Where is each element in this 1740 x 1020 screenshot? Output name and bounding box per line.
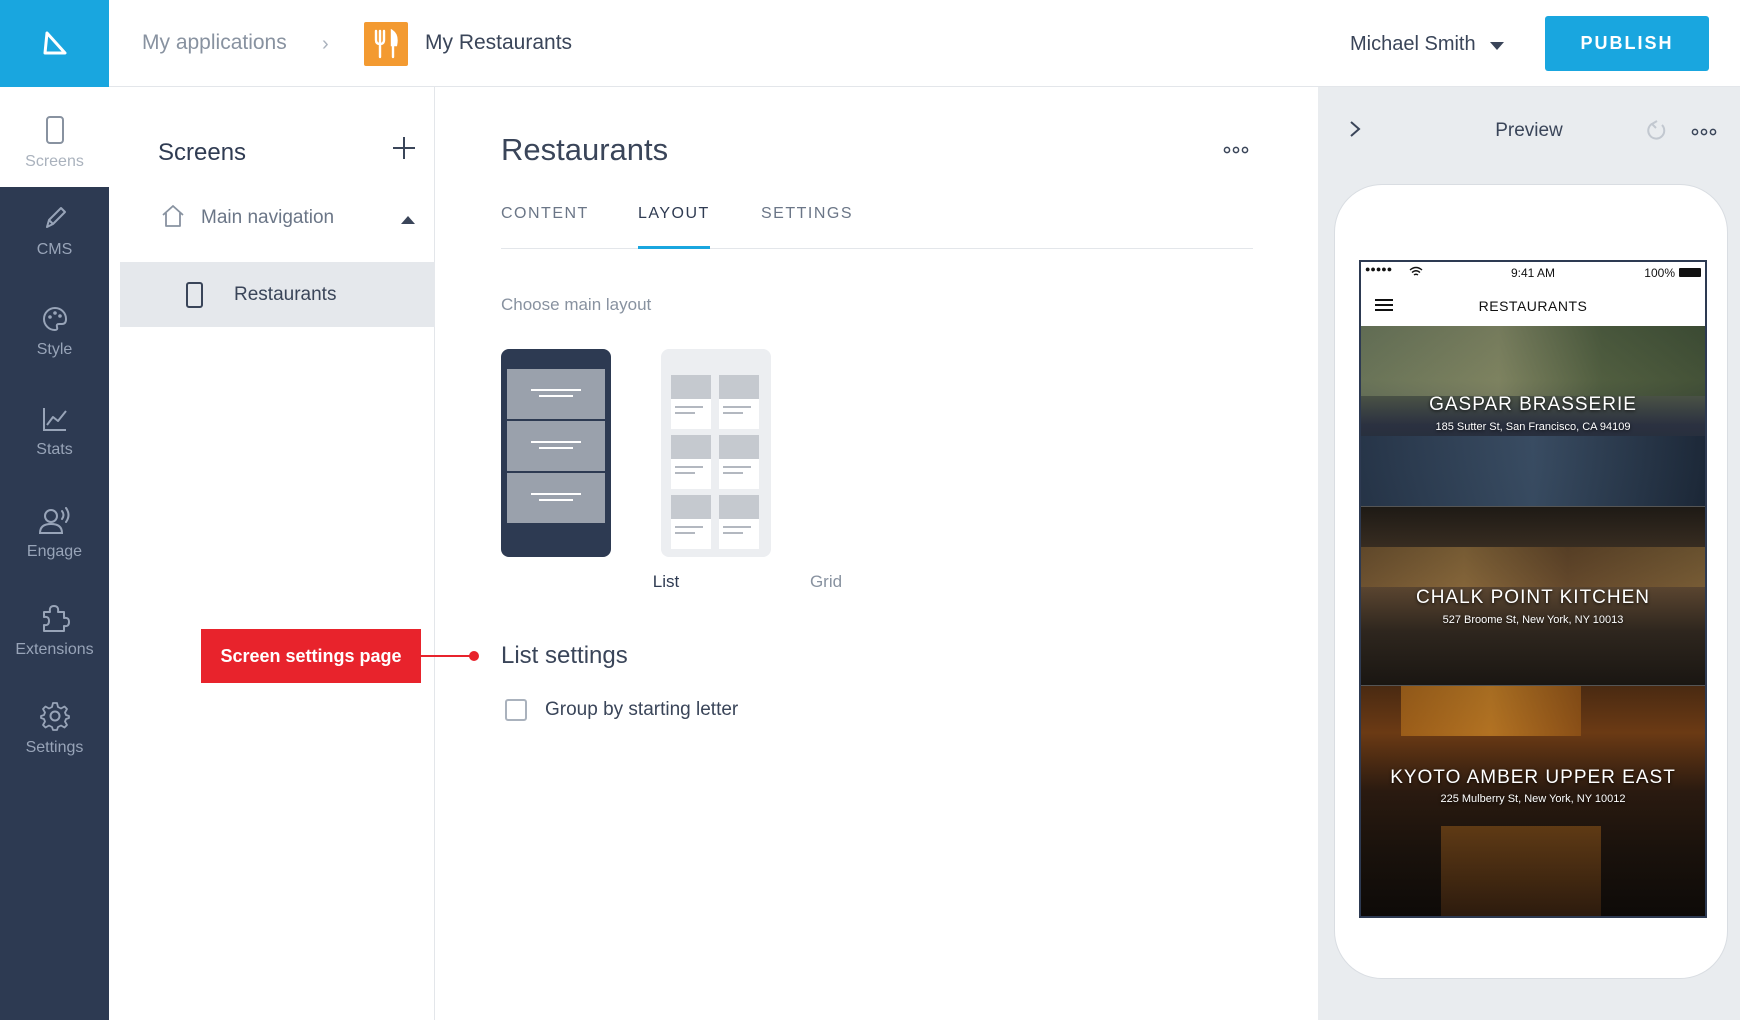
restaurant-photo-lower — [1441, 826, 1601, 916]
tab-settings[interactable]: SETTINGS — [761, 203, 853, 249]
battery-icon — [1679, 268, 1701, 277]
tab-bar: CONTENT LAYOUT SETTINGS — [501, 203, 1253, 249]
sidebar-item-screens[interactable]: Screens — [0, 87, 109, 187]
sidebar-item-label: Style — [36, 341, 73, 358]
annotation-connector — [421, 655, 471, 657]
breadcrumb-separator-icon: › — [322, 33, 329, 55]
layout-option-list[interactable]: List — [501, 349, 679, 591]
tab-layout[interactable]: LAYOUT — [638, 203, 710, 249]
sidebar-item-label: Extensions — [15, 641, 94, 658]
restaurant-card[interactable]: GASPAR BRASSERIE 185 Sutter St, San Fran… — [1361, 326, 1705, 506]
annotation-badge: Screen settings page — [201, 629, 421, 683]
screens-title: Screens — [158, 139, 247, 166]
logo[interactable] — [0, 0, 109, 87]
app-icon — [364, 22, 408, 66]
gear-icon — [39, 702, 70, 731]
screen-settings-main: Restaurants CONTENT LAYOUT SETTINGS Choo… — [435, 87, 1318, 1020]
sidebar-item-label: Engage — [26, 543, 83, 560]
restaurant-photo-lower — [1361, 436, 1705, 506]
sidebar-item-stats[interactable]: Stats — [0, 397, 109, 497]
layout-option-label: List — [652, 572, 680, 591]
sidebar-item-label: Settings — [25, 739, 84, 756]
puzzle-icon — [42, 605, 70, 632]
top-bar: My applications › My Restaurants Michael… — [0, 0, 1740, 87]
sidebar-item-label: Screens — [25, 153, 84, 170]
restaurant-photo — [1361, 547, 1705, 587]
grid-layout-thumbnail — [661, 349, 771, 557]
sidebar-item-engage[interactable]: Engage — [0, 497, 109, 597]
home-icon — [162, 205, 184, 227]
tab-content[interactable]: CONTENT — [501, 203, 589, 249]
breadcrumb-my-applications[interactable]: My applications — [142, 31, 287, 55]
more-options-icon[interactable] — [1223, 145, 1249, 155]
restaurant-card[interactable]: KYOTO AMBER UPPER EAST 225 Mulberry St, … — [1361, 685, 1705, 916]
screen-item-label: Restaurants — [234, 284, 337, 305]
phone-screen: ●●●●● 9:41 AM 100% RESTAURANTS GASPAR BR… — [1359, 260, 1707, 918]
restaurant-photo — [1401, 686, 1581, 736]
sidebar-item-label: CMS — [36, 241, 73, 258]
preview-title: Preview — [1495, 120, 1563, 141]
layout-option-label: Grid — [809, 572, 843, 591]
screens-panel: Screens Main navigation Restaurants — [109, 87, 435, 1020]
sidebar-item-settings[interactable]: Settings — [0, 693, 109, 793]
preview-panel: Preview ●●●●● 9:41 AM 100% RESTAURANTS G… — [1318, 87, 1740, 1020]
restaurant-name: CHALK POINT KITCHEN — [1415, 587, 1651, 608]
breadcrumb-current-app: My Restaurants — [425, 31, 573, 54]
status-battery: 100% — [1644, 266, 1675, 280]
sidebar-item-extensions[interactable]: Extensions — [0, 595, 109, 695]
restaurant-address: 225 Mulberry St, New York, NY 10012 — [1440, 793, 1626, 805]
chart-icon — [42, 408, 67, 431]
restaurant-name: KYOTO AMBER UPPER EAST — [1390, 767, 1676, 788]
nav-group-main-navigation[interactable]: Main navigation — [109, 197, 435, 237]
app-bar: RESTAURANTS — [1361, 284, 1705, 326]
list-layout-thumbnail — [501, 349, 611, 557]
add-screen-icon[interactable] — [391, 135, 417, 161]
sidebar-item-style[interactable]: Style — [0, 297, 109, 397]
restaurant-address: 527 Broome St, New York, NY 10013 — [1442, 614, 1624, 626]
status-bar: ●●●●● 9:41 AM 100% — [1361, 262, 1705, 284]
app-screen-title: RESTAURANTS — [1478, 298, 1588, 314]
restaurant-address: 185 Sutter St, San Francisco, CA 94109 — [1435, 421, 1631, 433]
nav-group-label: Main navigation — [201, 207, 335, 228]
restaurant-card[interactable]: CHALK POINT KITCHEN 527 Broome St, New Y… — [1361, 506, 1705, 685]
list-settings-title: List settings — [501, 642, 628, 669]
refresh-icon[interactable] — [1644, 119, 1668, 143]
chevron-up-icon[interactable] — [401, 216, 415, 224]
pencil-icon — [45, 207, 66, 228]
restaurant-photo — [1361, 326, 1705, 396]
sidebar-item-cms[interactable]: CMS — [0, 197, 109, 297]
chevron-down-icon[interactable] — [1490, 42, 1504, 50]
main-sidebar: Screens CMS Style Stats Engage Extension… — [0, 87, 109, 1020]
choose-layout-label: Choose main layout — [501, 295, 652, 314]
user-menu[interactable]: Michael Smith — [1350, 33, 1476, 56]
phone-frame: ●●●●● 9:41 AM 100% RESTAURANTS GASPAR BR… — [1334, 184, 1728, 979]
group-by-letter-checkbox[interactable] — [505, 699, 527, 721]
fork-knife-icon — [374, 29, 398, 59]
broadcast-user-icon — [38, 507, 69, 534]
palette-icon — [42, 306, 67, 332]
page-title: Restaurants — [501, 132, 669, 167]
layout-option-grid[interactable]: Grid — [661, 349, 842, 591]
group-by-letter-label: Group by starting letter — [545, 699, 739, 720]
screen-item-restaurants[interactable]: Restaurants — [120, 262, 435, 327]
logo-icon — [43, 31, 66, 54]
phone-icon — [186, 282, 203, 308]
sidebar-item-label: Stats — [36, 441, 73, 458]
annotation-dot — [469, 651, 479, 661]
more-options-icon[interactable] — [1691, 127, 1717, 137]
restaurant-name: GASPAR BRASSERIE — [1429, 394, 1637, 415]
publish-button[interactable]: PUBLISH — [1545, 16, 1709, 71]
phone-icon — [45, 116, 64, 144]
